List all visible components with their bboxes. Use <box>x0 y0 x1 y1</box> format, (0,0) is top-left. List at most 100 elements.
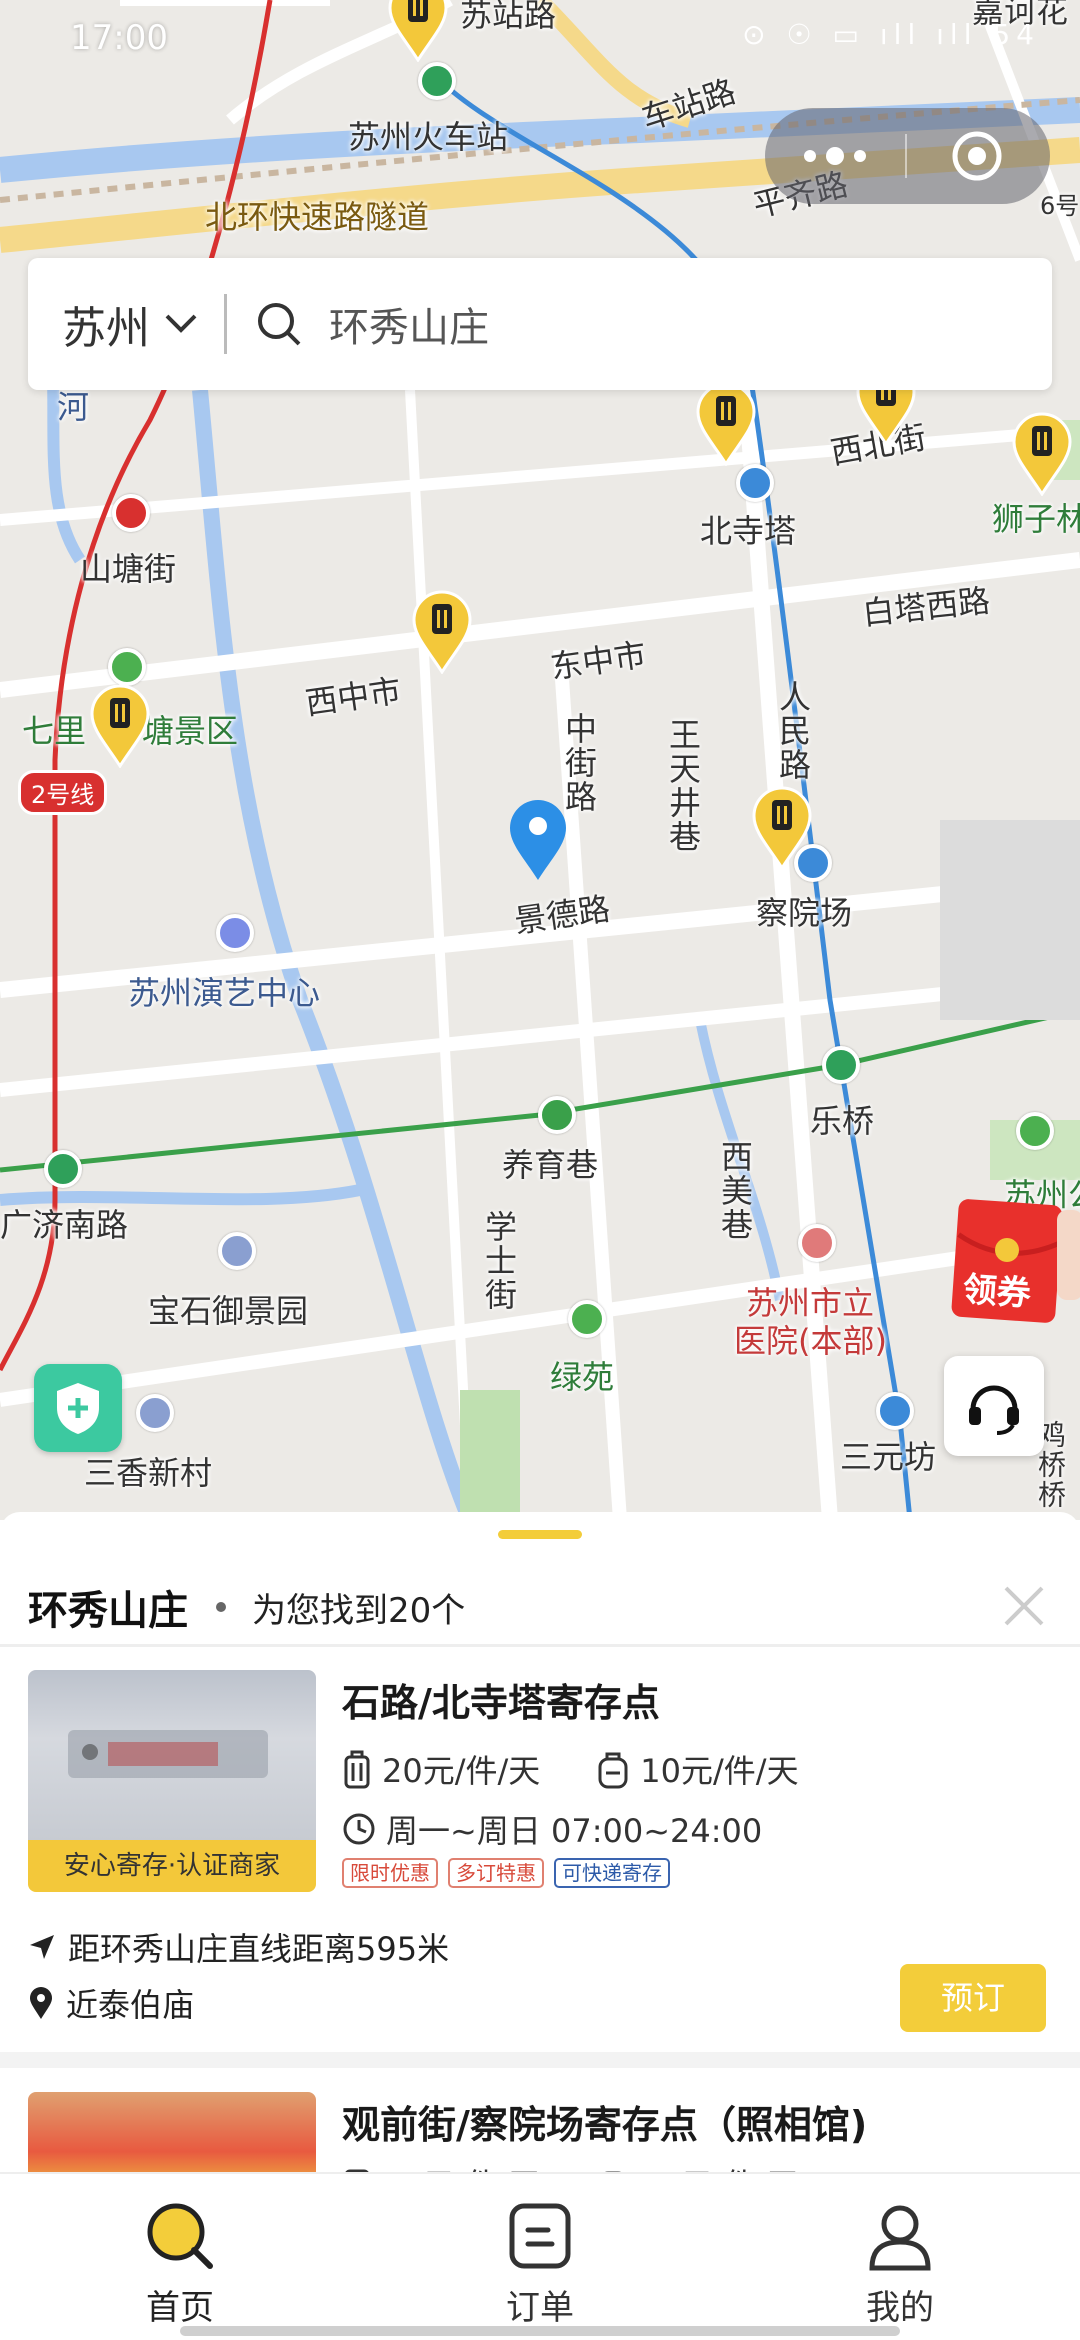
storage-pin-icon[interactable] <box>694 380 758 466</box>
small-item-price: 10元/件/天 <box>640 2160 798 2172</box>
metro-station-marker <box>538 1096 576 1134</box>
search-bar[interactable]: 苏州 环秀山庄 <box>28 258 1052 390</box>
backpack-icon <box>605 2171 622 2172</box>
storage-card[interactable]: 观前街/察院场寄存点（照相馆) 20元/件/天 10元/件/天 <box>0 2068 1080 2172</box>
map-label-shantang-street: 山塘街 <box>80 550 177 588</box>
map-label-xueshi-street: 学士街 <box>480 1210 518 1312</box>
tag-list: 限时优惠 多订特惠 可快递寄存 <box>342 1858 670 1888</box>
storage-photo <box>28 2092 316 2172</box>
map-label-sanyuanfang: 三元坊 <box>840 1438 937 1476</box>
large-item-price: 20元/件/天 <box>382 2160 540 2172</box>
suitcase-icon <box>344 1750 370 1789</box>
hospital-poi-icon <box>798 1224 836 1262</box>
music-poi-icon <box>216 914 254 952</box>
house-poi-icon <box>136 1394 174 1432</box>
location-marker-icon <box>30 1987 52 2019</box>
backpack-icon <box>598 1752 628 1789</box>
headset-icon <box>969 1385 1019 1435</box>
nearby-row: 近泰伯庙 <box>28 1980 194 2026</box>
card-separator <box>0 2052 1080 2068</box>
park-poi-icon <box>568 1300 606 1338</box>
status-icons: ⊙ ☉ ▭ ıll ıll 54 <box>742 18 1040 51</box>
tag-limited-offer: 限时优惠 <box>342 1858 438 1888</box>
suitcase-icon <box>345 2169 369 2172</box>
storage-pin-icon[interactable] <box>1010 410 1074 496</box>
map-label-beihuan-tunnel: 北环快速路隧道 <box>205 198 430 236</box>
metro-station-marker <box>44 1150 82 1188</box>
map-label-renmin-road: 人民路 <box>774 680 812 782</box>
shield-plus-icon <box>57 1383 99 1434</box>
storage-title: 石路/北寺塔寄存点 <box>342 1681 660 1725</box>
clock-icon <box>343 1813 375 1845</box>
small-item-price: 10元/件/天 <box>640 1752 799 1790</box>
map-label-guangji-south-road: 广济南路 <box>0 1206 129 1244</box>
tab-home-label: 首页 <box>146 2288 214 2328</box>
target-circle-icon[interactable] <box>907 108 1047 204</box>
status-bar: 17:00 ⊙ ☉ ▭ ıll ıll 54 <box>0 0 1080 80</box>
book-button[interactable]: 预订 <box>900 1964 1046 2032</box>
storefront-image <box>28 1670 316 1840</box>
drag-handle[interactable] <box>498 1530 582 1539</box>
map-view[interactable]: 苏州火车站 苏站路 车站路 平齐路 北环快速路隧道 6号 嘉诃花 河 山塘街 七… <box>0 0 1080 1520</box>
close-icon[interactable] <box>1000 1582 1048 1630</box>
map-label-suzhou-art-center: 苏州演艺中心 <box>128 974 321 1012</box>
tab-home[interactable]: 首页 <box>0 2174 360 2340</box>
tag-multi-order-discount: 多订特惠 <box>448 1858 544 1888</box>
metro-station-marker <box>822 1046 860 1084</box>
results-header: 环秀山庄 为您找到20个 <box>0 1562 1080 1652</box>
profile-icon <box>869 2205 931 2271</box>
map-label-baoshi-garden: 宝石御景园 <box>148 1292 309 1330</box>
metro-station-marker <box>876 1392 914 1430</box>
coupon-label: 领券 <box>961 1269 1033 1315</box>
tab-orders-label: 订单 <box>506 2288 574 2328</box>
map-label-ximeixiang: 西美巷 <box>716 1140 754 1242</box>
city-selector[interactable]: 苏州 <box>28 258 198 390</box>
storage-photo: 安心寄存·认证商家 <box>28 1670 316 1892</box>
metro-station-marker <box>112 494 150 532</box>
tab-bar: 首页 订单 我的 <box>0 2172 1080 2340</box>
navigation-arrow-icon <box>30 1935 54 1959</box>
tab-profile-label: 我的 <box>866 2288 934 2328</box>
map-label-sanxiang-village: 三香新村 <box>84 1454 213 1492</box>
price-row: 20元/件/天 10元/件/天 <box>342 1746 799 1792</box>
tag-express-storage: 可快递寄存 <box>554 1858 670 1888</box>
coupon-button[interactable]: 领券 <box>945 1190 1080 1330</box>
distance-text: 距环秀山庄直线距离595米 <box>68 1930 450 1968</box>
storage-pin-icon[interactable] <box>410 588 474 674</box>
map-label-yangyuxiang: 养育巷 <box>502 1146 599 1184</box>
storage-pin-icon[interactable] <box>88 682 152 768</box>
storage-title: 观前街/察院场寄存点（照相馆) <box>342 2103 868 2147</box>
search-input[interactable]: 环秀山庄 <box>329 295 489 353</box>
hours-row: 周一~周日 07:00~24:00 <box>342 1806 762 1852</box>
home-indicator <box>180 2326 900 2336</box>
results-count: 为您找到20个 <box>252 1590 466 1631</box>
separator-dot <box>216 1602 226 1612</box>
opening-hours: 周一~周日 07:00~24:00 <box>386 1812 763 1850</box>
storefront-image <box>28 2092 316 2172</box>
map-label-beisi-pagoda: 北寺塔 <box>700 512 797 550</box>
large-item-price: 20元/件/天 <box>382 1752 541 1790</box>
storage-pin-icon[interactable] <box>750 784 814 870</box>
map-label-river: 河 <box>52 390 90 424</box>
city-name: 苏州 <box>62 303 150 354</box>
results-location: 环秀山庄 <box>28 1588 188 1634</box>
metro-station-marker <box>736 464 774 502</box>
customer-service-button[interactable] <box>944 1356 1044 1456</box>
status-time: 17:00 <box>70 18 168 58</box>
camera-poi-icon <box>108 648 146 686</box>
map-label-leqiao: 乐桥 <box>810 1102 875 1140</box>
distance-row: 距环秀山庄直线距离595米 <box>28 1924 449 1970</box>
map-label-lvyuan: 绿苑 <box>550 1358 615 1396</box>
safety-shield-button[interactable] <box>34 1364 122 1452</box>
storage-card[interactable]: 安心寄存·认证商家 石路/北寺塔寄存点 20元/件/天 10元/件/天 周一~周… <box>0 1646 1080 2052</box>
tab-profile[interactable]: 我的 <box>720 2174 1080 2340</box>
tab-orders[interactable]: 订单 <box>360 2174 720 2340</box>
chevron-down-icon <box>165 314 197 333</box>
location-pin-icon <box>510 800 566 880</box>
map-label-wangtian-jingxiang: 王天井巷 <box>664 718 702 854</box>
certified-badge: 安心寄存·认证商家 <box>28 1840 316 1892</box>
more-dots-icon[interactable] <box>765 108 905 204</box>
map-label-qili-rest: 塘景区 <box>142 712 239 750</box>
search-icon <box>147 2203 213 2269</box>
house-poi-icon <box>218 1232 256 1270</box>
